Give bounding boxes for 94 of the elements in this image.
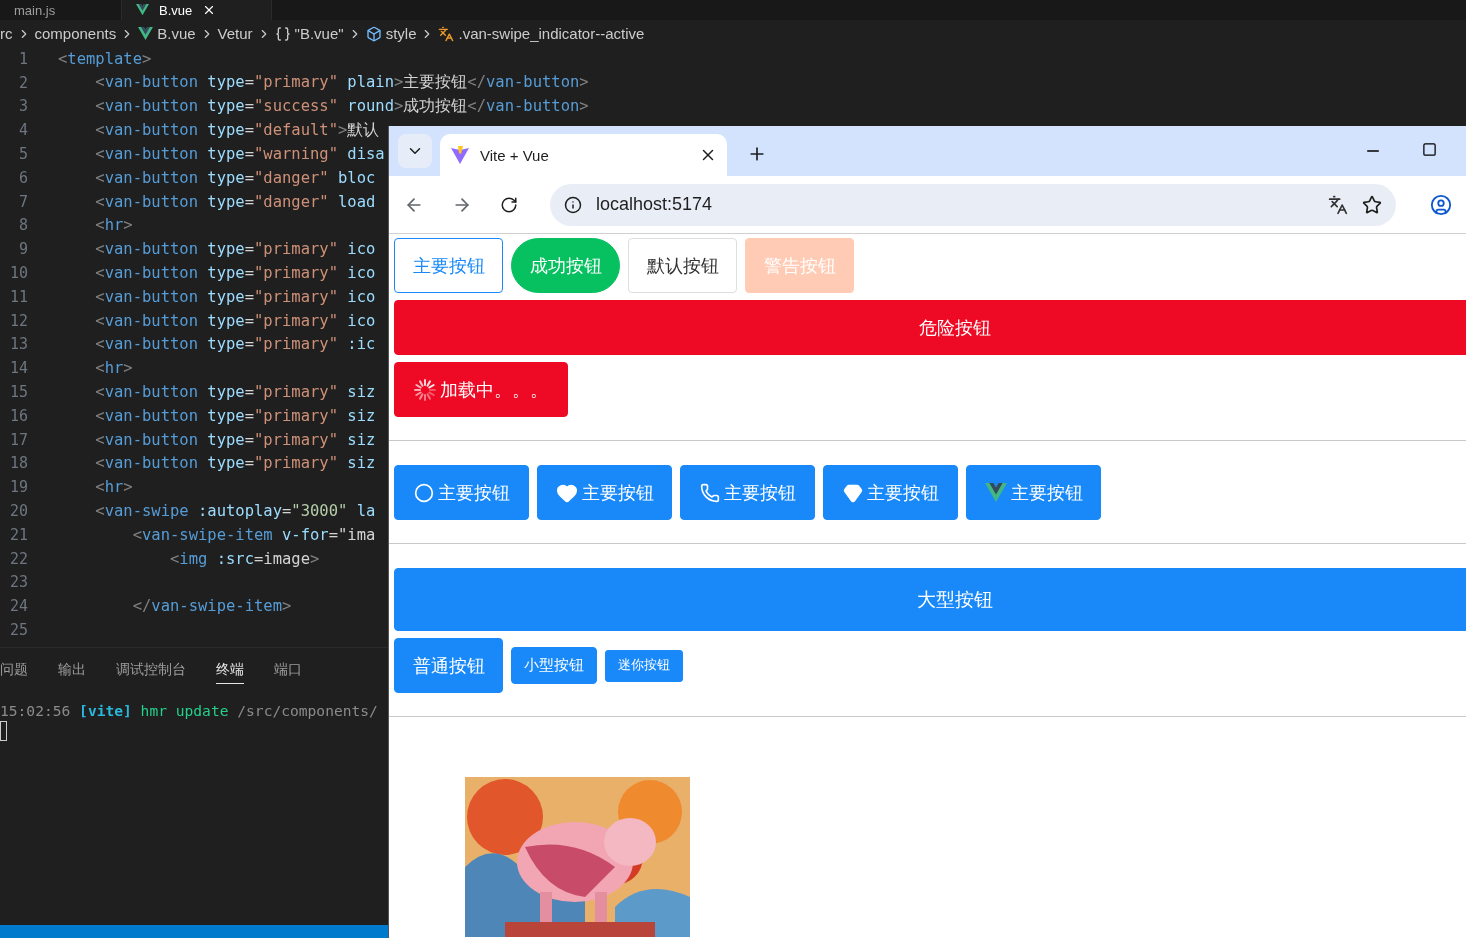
code-line: <van-button type="danger" bloc [94, 168, 376, 187]
code-line: <img :src=image> [168, 549, 320, 568]
breadcrumb-item[interactable]: "B.vue" [294, 25, 344, 42]
code-line: <van-button type="success" round>成功按钮</van-button> [94, 96, 589, 117]
button[interactable]: 主要按钮 [394, 238, 503, 293]
code-line: <van-button type="warning" disa [94, 145, 385, 164]
breadcrumb-item[interactable]: style [385, 25, 417, 42]
line-number: 24 [8, 597, 28, 616]
line-number: 22 [8, 549, 28, 568]
code-line: </van-swipe-item> [131, 597, 292, 616]
panel-tab[interactable]: 终端 [216, 656, 244, 684]
line-number: 20 [8, 502, 28, 521]
line-number: 7 [17, 192, 28, 211]
line-number: 17 [8, 430, 28, 449]
line-number: 12 [8, 311, 28, 330]
panel-tab[interactable]: 输出 [58, 656, 86, 684]
line-number: 23 [8, 573, 28, 592]
button[interactable]: 主要按钮 [680, 465, 815, 520]
line-number: 5 [17, 145, 28, 164]
vue-logo-icon [984, 483, 1007, 502]
line-number: 4 [17, 121, 28, 140]
code-line: <template> [58, 49, 152, 68]
address-bar[interactable]: localhost:5174 [550, 183, 1396, 226]
editor-tab[interactable]: B.vue [122, 0, 272, 20]
panel-tab[interactable]: 调试控制台 [116, 656, 186, 684]
terminal-cursor [0, 721, 7, 741]
line-number: 25 [8, 621, 28, 639]
maximize-icon[interactable] [1422, 142, 1437, 157]
phone-icon [699, 482, 720, 503]
code-line: <van-button type="primary" ico [94, 311, 376, 330]
code-line: <van-button type="primary" :ic [94, 335, 376, 354]
line-number: 1 [17, 49, 28, 68]
button[interactable]: 加载中。。。 [394, 362, 568, 417]
breadcrumb-item[interactable]: rc [0, 25, 13, 42]
line-number: 15 [8, 383, 28, 402]
line-number: 2 [17, 73, 28, 92]
code-line: <van-button type="default">默认 [94, 119, 380, 141]
panel-tab[interactable]: 问题 [0, 656, 28, 684]
circle-icon [413, 482, 434, 503]
code-line: <hr> [94, 216, 133, 235]
button[interactable]: 普通按钮 [394, 638, 503, 693]
line-number: 6 [17, 168, 28, 187]
line-number: 19 [8, 478, 28, 497]
line-number: 21 [8, 525, 28, 544]
vue-logo-icon [136, 4, 149, 16]
terminal-line: 15:02:56 [vite] hmr update /src/components/ [0, 702, 379, 719]
code-line: <van-button type="primary" ico [94, 240, 376, 259]
browser-tab[interactable]: Vite + Vue [440, 134, 727, 176]
code-line: <van-swipe-item v-for="ima [131, 525, 376, 544]
button[interactable]: 主要按钮 [537, 465, 672, 520]
translate-icon[interactable] [1328, 194, 1348, 215]
profile-icon[interactable] [1430, 193, 1452, 216]
vue-logo-icon [138, 27, 154, 40]
breadcrumb-item[interactable]: B.vue [157, 25, 196, 42]
button[interactable]: 默认按钮 [628, 238, 737, 293]
diamond-icon [842, 482, 863, 503]
code-line: <van-button type="primary" siz [94, 406, 376, 425]
code-line: <van-button type="primary" siz [94, 430, 376, 449]
button[interactable]: 主要按钮 [966, 465, 1101, 520]
button[interactable]: 主要按钮 [394, 465, 529, 520]
code-line: <van-button type="primary" siz [94, 454, 376, 473]
line-number: 14 [8, 359, 28, 378]
code-line: <van-swipe :autoplay="3000" la [94, 502, 376, 521]
cube-icon [365, 25, 382, 42]
star-icon[interactable] [1362, 194, 1382, 215]
vite-logo-icon [450, 145, 470, 165]
braces-icon [274, 25, 291, 42]
line-number: 8 [17, 216, 28, 235]
line-number: 10 [8, 264, 28, 283]
code-line: <hr> [94, 478, 133, 497]
button[interactable]: 主要按钮 [823, 465, 958, 520]
breadcrumb-item[interactable]: Vetur [217, 25, 253, 42]
code-line: <van-button type="danger" load [94, 192, 376, 211]
button[interactable]: 小型按钮 [511, 647, 597, 684]
line-number: 13 [8, 335, 28, 354]
line-number: 9 [17, 240, 28, 259]
code-line: <van-button type="primary" plain>主要按钮</van-button> [94, 72, 589, 94]
code-line: <hr> [94, 359, 133, 378]
reload-icon[interactable] [500, 195, 518, 214]
line-number: 11 [8, 287, 28, 306]
button[interactable]: 危险按钮 [394, 300, 1466, 355]
button[interactable]: 大型按钮 [394, 568, 1466, 631]
panel-tab[interactable]: 端口 [274, 656, 302, 684]
line-number: 16 [8, 406, 28, 425]
spinner-icon [414, 378, 436, 401]
button[interactable]: 迷你按钮 [605, 649, 683, 682]
line-number: 18 [8, 454, 28, 473]
breadcrumb-item[interactable]: components [34, 25, 117, 42]
line-number: 3 [17, 97, 28, 116]
code-line: <van-button type="primary" ico [94, 264, 376, 283]
info-icon[interactable] [564, 195, 582, 214]
code-line: <van-button type="primary" ico [94, 287, 376, 306]
code-line: <van-button type="primary" siz [94, 383, 376, 402]
breadcrumb-item[interactable]: .van-swipe_indicator--active [458, 25, 645, 42]
